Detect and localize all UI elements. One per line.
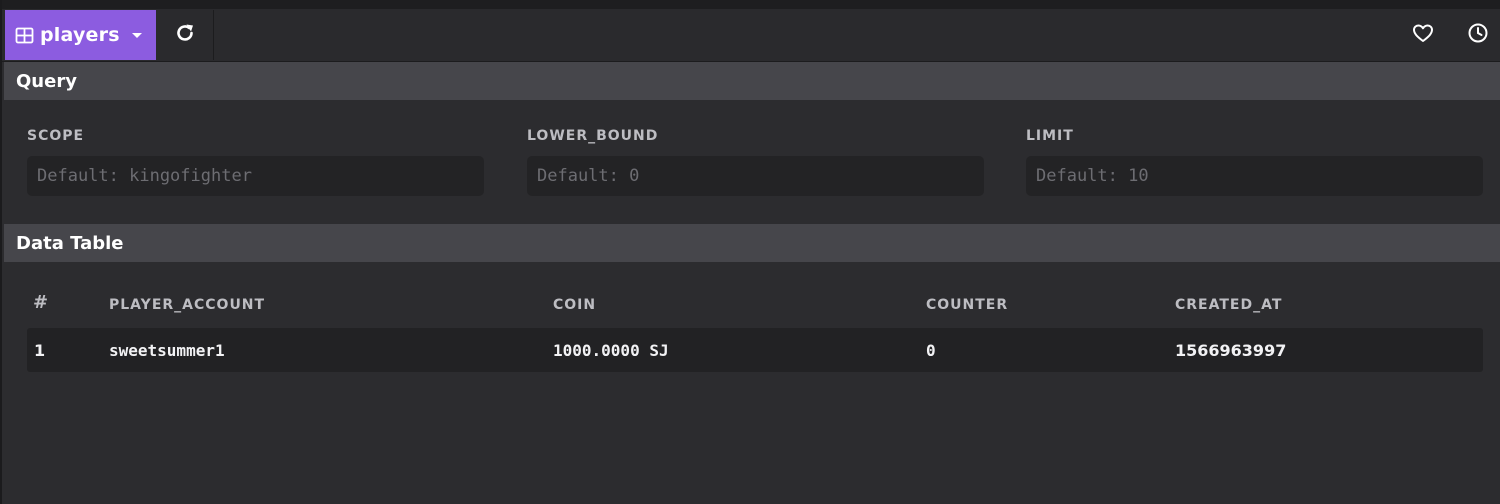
column-header-coin[interactable]: COIN — [553, 297, 596, 313]
column-header-created-at[interactable]: CREATED_AT — [1175, 297, 1282, 313]
chevron-down-icon — [131, 32, 142, 38]
heart-icon — [1412, 23, 1434, 47]
column-header-counter[interactable]: COUNTER — [926, 297, 1008, 313]
column-header-index: # — [33, 292, 49, 313]
app-window: players Query SCOPE Default: kingofighte… — [0, 0, 1500, 504]
scope-label: SCOPE — [27, 128, 85, 144]
table-cell-index: 1 — [34, 341, 46, 360]
scope-input[interactable] — [27, 156, 484, 196]
limit-label: LIMIT — [1026, 128, 1074, 144]
refresh-button[interactable] — [156, 10, 214, 60]
data-table-section-title: Data Table — [16, 232, 124, 254]
refresh-icon — [174, 22, 196, 48]
history-button[interactable] — [1458, 10, 1498, 60]
table-cell-coin: 1000.0000 SJ — [553, 341, 669, 360]
lower-bound-input[interactable] — [527, 156, 984, 196]
favorite-button[interactable] — [1403, 10, 1443, 60]
table-cell-player-account: sweetsummer1 — [109, 341, 225, 360]
clock-icon — [1467, 22, 1489, 48]
column-header-player-account[interactable]: PLAYER_ACCOUNT — [109, 297, 265, 313]
table-cell-counter: 0 — [926, 341, 936, 360]
lower-bound-label: LOWER_BOUND — [527, 128, 659, 144]
limit-input[interactable] — [1026, 156, 1483, 196]
table-grid-icon — [15, 26, 34, 45]
table-name-label: players — [40, 24, 120, 46]
table-cell-created-at: 1566963997 — [1175, 341, 1287, 360]
data-table-section-header: Data Table — [4, 224, 1500, 262]
table-selector-dropdown[interactable]: players — [5, 10, 156, 60]
query-section-title: Query — [16, 70, 77, 92]
query-section-header: Query — [4, 62, 1500, 100]
toolbar: players — [2, 0, 1500, 62]
